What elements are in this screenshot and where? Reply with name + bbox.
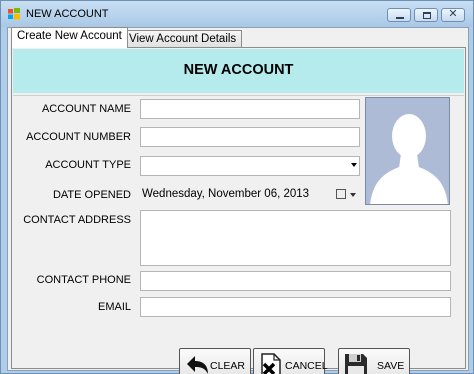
contact-address-label: CONTACT ADDRESS: [23, 214, 131, 226]
account-name-field[interactable]: [140, 99, 360, 119]
maximize-icon: [423, 12, 431, 19]
close-icon: ✕: [448, 7, 458, 20]
account-photo[interactable]: [365, 97, 450, 205]
save-button[interactable]: SAVE: [338, 348, 410, 374]
close-button[interactable]: ✕: [441, 7, 465, 22]
contact-phone-label: CONTACT PHONE: [36, 274, 131, 286]
clear-button[interactable]: CLEAR: [179, 348, 251, 374]
save-button-label: SAVE: [377, 360, 405, 372]
chevron-down-icon[interactable]: [351, 163, 357, 167]
app-window: NEW ACCOUNT ✕ Create New Account View Ac…: [0, 0, 474, 374]
cancel-document-icon: [261, 353, 281, 374]
chevron-down-icon[interactable]: [350, 193, 356, 197]
form-header: NEW ACCOUNT: [13, 49, 464, 93]
tab-create-new-account[interactable]: Create New Account: [11, 27, 128, 48]
window-client-area: Create New Account View Account Details …: [7, 27, 469, 374]
account-number-field[interactable]: [140, 127, 360, 147]
account-name-label: ACCOUNT NAME: [41, 103, 131, 115]
contact-phone-field[interactable]: [140, 271, 451, 291]
email-field[interactable]: [140, 297, 451, 317]
date-opened-picker[interactable]: Wednesday, November 06, 2013: [140, 184, 360, 204]
calendar-icon[interactable]: [336, 189, 346, 199]
floppy-disk-icon: [345, 354, 367, 374]
title-bar[interactable]: NEW ACCOUNT ✕: [1, 1, 473, 27]
undo-arrow-icon: [187, 356, 208, 374]
person-silhouette-icon: [366, 98, 449, 204]
account-number-label: ACCOUNT NUMBER: [26, 131, 131, 143]
form-title: NEW ACCOUNT: [183, 62, 294, 78]
tab-page-create-new-account: NEW ACCOUNT ACCOUNT NAME ACCOUNT NUMBER …: [11, 47, 466, 374]
email-label: EMAIL: [97, 301, 131, 313]
account-type-select[interactable]: [140, 156, 360, 176]
date-opened-value: Wednesday, November 06, 2013: [142, 188, 310, 200]
minimize-button[interactable]: [387, 8, 411, 22]
cancel-button-label: CANCEL: [285, 360, 328, 372]
cancel-button[interactable]: CANCEL: [253, 348, 328, 374]
windows-logo-icon: [8, 8, 20, 20]
minimize-icon: [396, 17, 404, 19]
account-type-label: ACCOUNT TYPE: [45, 159, 131, 171]
clear-button-label: CLEAR: [210, 360, 246, 372]
maximize-button[interactable]: [414, 8, 438, 22]
contact-address-field[interactable]: [140, 210, 451, 266]
date-opened-label: DATE OPENED: [52, 189, 131, 201]
window-title: NEW ACCOUNT: [26, 8, 109, 20]
